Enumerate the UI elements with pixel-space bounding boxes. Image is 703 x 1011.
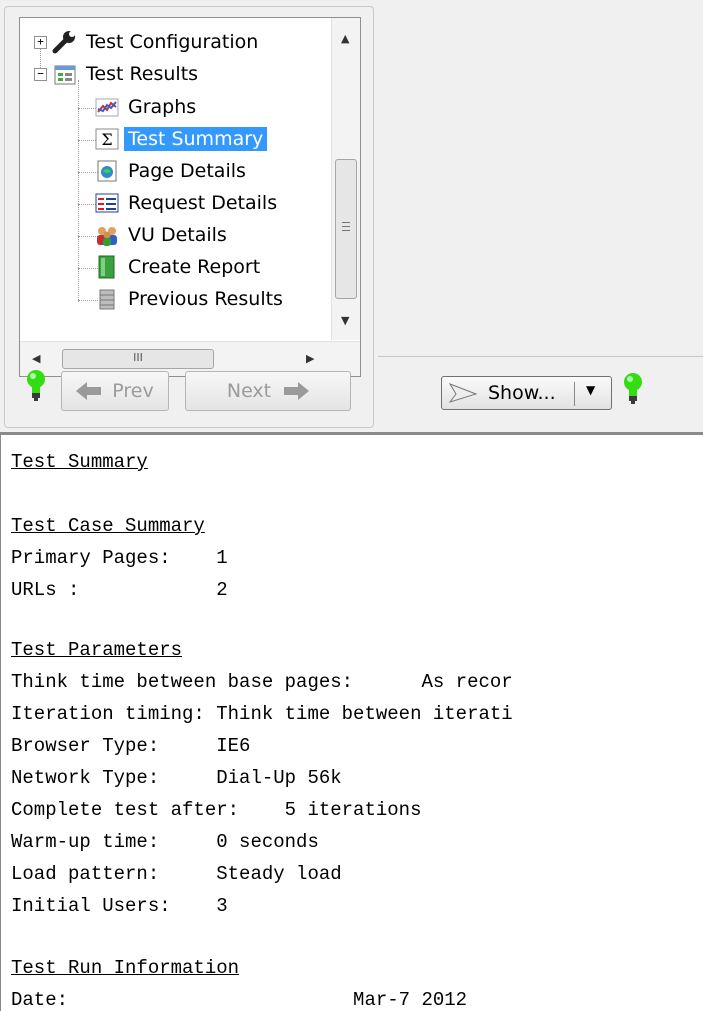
svg-text:Σ: Σ — [101, 130, 112, 149]
report-line: Primary Pages: 1 — [11, 547, 228, 569]
report-line: Think time between base pages: As recor — [11, 671, 513, 693]
dropdown-arrow-icon[interactable]: ▼ — [586, 383, 595, 397]
show-label: Show... — [488, 382, 556, 404]
tree-item-graphs[interactable]: Graphs — [94, 93, 200, 121]
collapse-toggle[interactable]: − — [34, 68, 47, 81]
request-icon — [94, 191, 120, 215]
tree-item-label: VU Details — [128, 224, 227, 246]
report-line: Date: Mar-7 2012 — [11, 989, 468, 1011]
separator — [378, 356, 703, 357]
users-icon — [94, 223, 120, 247]
graph-icon — [94, 95, 120, 119]
navigation-panel: + Test Configuration − Test Results Grap… — [4, 6, 374, 428]
report-line: Browser Type: IE6 — [11, 735, 251, 757]
page-icon — [94, 159, 120, 183]
scroll-right-icon[interactable]: ▶ — [306, 352, 314, 365]
report-line: Complete test after: 5 iterations — [11, 799, 422, 821]
test-summary-report: Test Summary Test Case Summary Primary P… — [0, 432, 703, 1011]
report-line: Warm-up time: 0 seconds — [11, 831, 319, 853]
show-split-button[interactable]: Show... ▼ — [441, 376, 612, 410]
tree-item-vu-details[interactable]: VU Details — [94, 221, 231, 249]
report-line: URLs : 2 — [11, 579, 228, 601]
tree-item-test-results[interactable]: Test Results — [52, 60, 202, 88]
tree-item-label: Graphs — [128, 96, 197, 118]
tree-item-label: Test Results — [86, 63, 199, 85]
tree-item-previous-results[interactable]: Previous Results — [94, 285, 287, 313]
tree-item-label: Test Configuration — [86, 31, 259, 53]
tree-item-request-details[interactable]: Request Details — [94, 189, 281, 217]
results-icon — [52, 62, 78, 86]
sigma-icon: Σ — [94, 127, 120, 151]
report-line: Network Type: Dial-Up 56k — [11, 767, 342, 789]
section-heading: Test Parameters — [11, 639, 183, 661]
prev-label: Prev — [112, 380, 154, 402]
tree-viewport: + Test Configuration − Test Results Grap… — [20, 18, 328, 340]
tree-item-label: Request Details — [128, 192, 278, 214]
lightbulb-icon — [26, 369, 46, 403]
scroll-up-icon[interactable]: ▲ — [341, 32, 349, 45]
results-tree: + Test Configuration − Test Results Grap… — [19, 17, 361, 377]
tree-item-label: Page Details — [128, 160, 246, 182]
back-arrow-icon — [76, 382, 102, 400]
scroll-left-icon[interactable]: ◀ — [32, 352, 40, 365]
pointer-icon — [448, 382, 478, 404]
top-toolbar-area: + Test Configuration − Test Results Grap… — [0, 0, 703, 432]
next-button[interactable]: Next — [185, 371, 351, 411]
tree-item-label: Create Report — [128, 256, 261, 278]
report-line: Load pattern: Steady load — [11, 863, 342, 885]
tree-item-page-details[interactable]: Page Details — [94, 157, 250, 185]
report-icon — [94, 255, 120, 279]
vertical-scroll-thumb[interactable] — [335, 159, 357, 299]
scroll-down-icon[interactable]: ▼ — [341, 314, 349, 327]
expand-toggle[interactable]: + — [34, 36, 47, 49]
section-heading: Test Run Information — [11, 957, 240, 979]
report-line: Iteration timing: Think time between ite… — [11, 703, 513, 725]
tree-item-label: Test Summary — [124, 127, 268, 151]
tree-item-label: Previous Results — [128, 288, 283, 310]
tree-item-test-summary[interactable]: Σ Test Summary — [94, 125, 268, 153]
section-heading: Test Case Summary — [11, 515, 205, 537]
prev-button[interactable]: Prev — [61, 371, 169, 411]
tree-item-create-report[interactable]: Create Report — [94, 253, 264, 281]
report-line: Initial Users: 3 — [11, 895, 228, 917]
report-title: Test Summary — [11, 451, 148, 473]
lightbulb-icon — [623, 372, 643, 406]
wrench-icon — [52, 30, 78, 54]
tree-item-test-configuration[interactable]: Test Configuration — [52, 28, 262, 56]
database-icon — [94, 287, 120, 311]
forward-arrow-icon — [283, 382, 310, 400]
vertical-scrollbar[interactable]: ▲ ▼ — [331, 18, 360, 340]
next-label: Next — [226, 380, 272, 402]
horizontal-scroll-thumb[interactable]: III — [62, 349, 214, 369]
